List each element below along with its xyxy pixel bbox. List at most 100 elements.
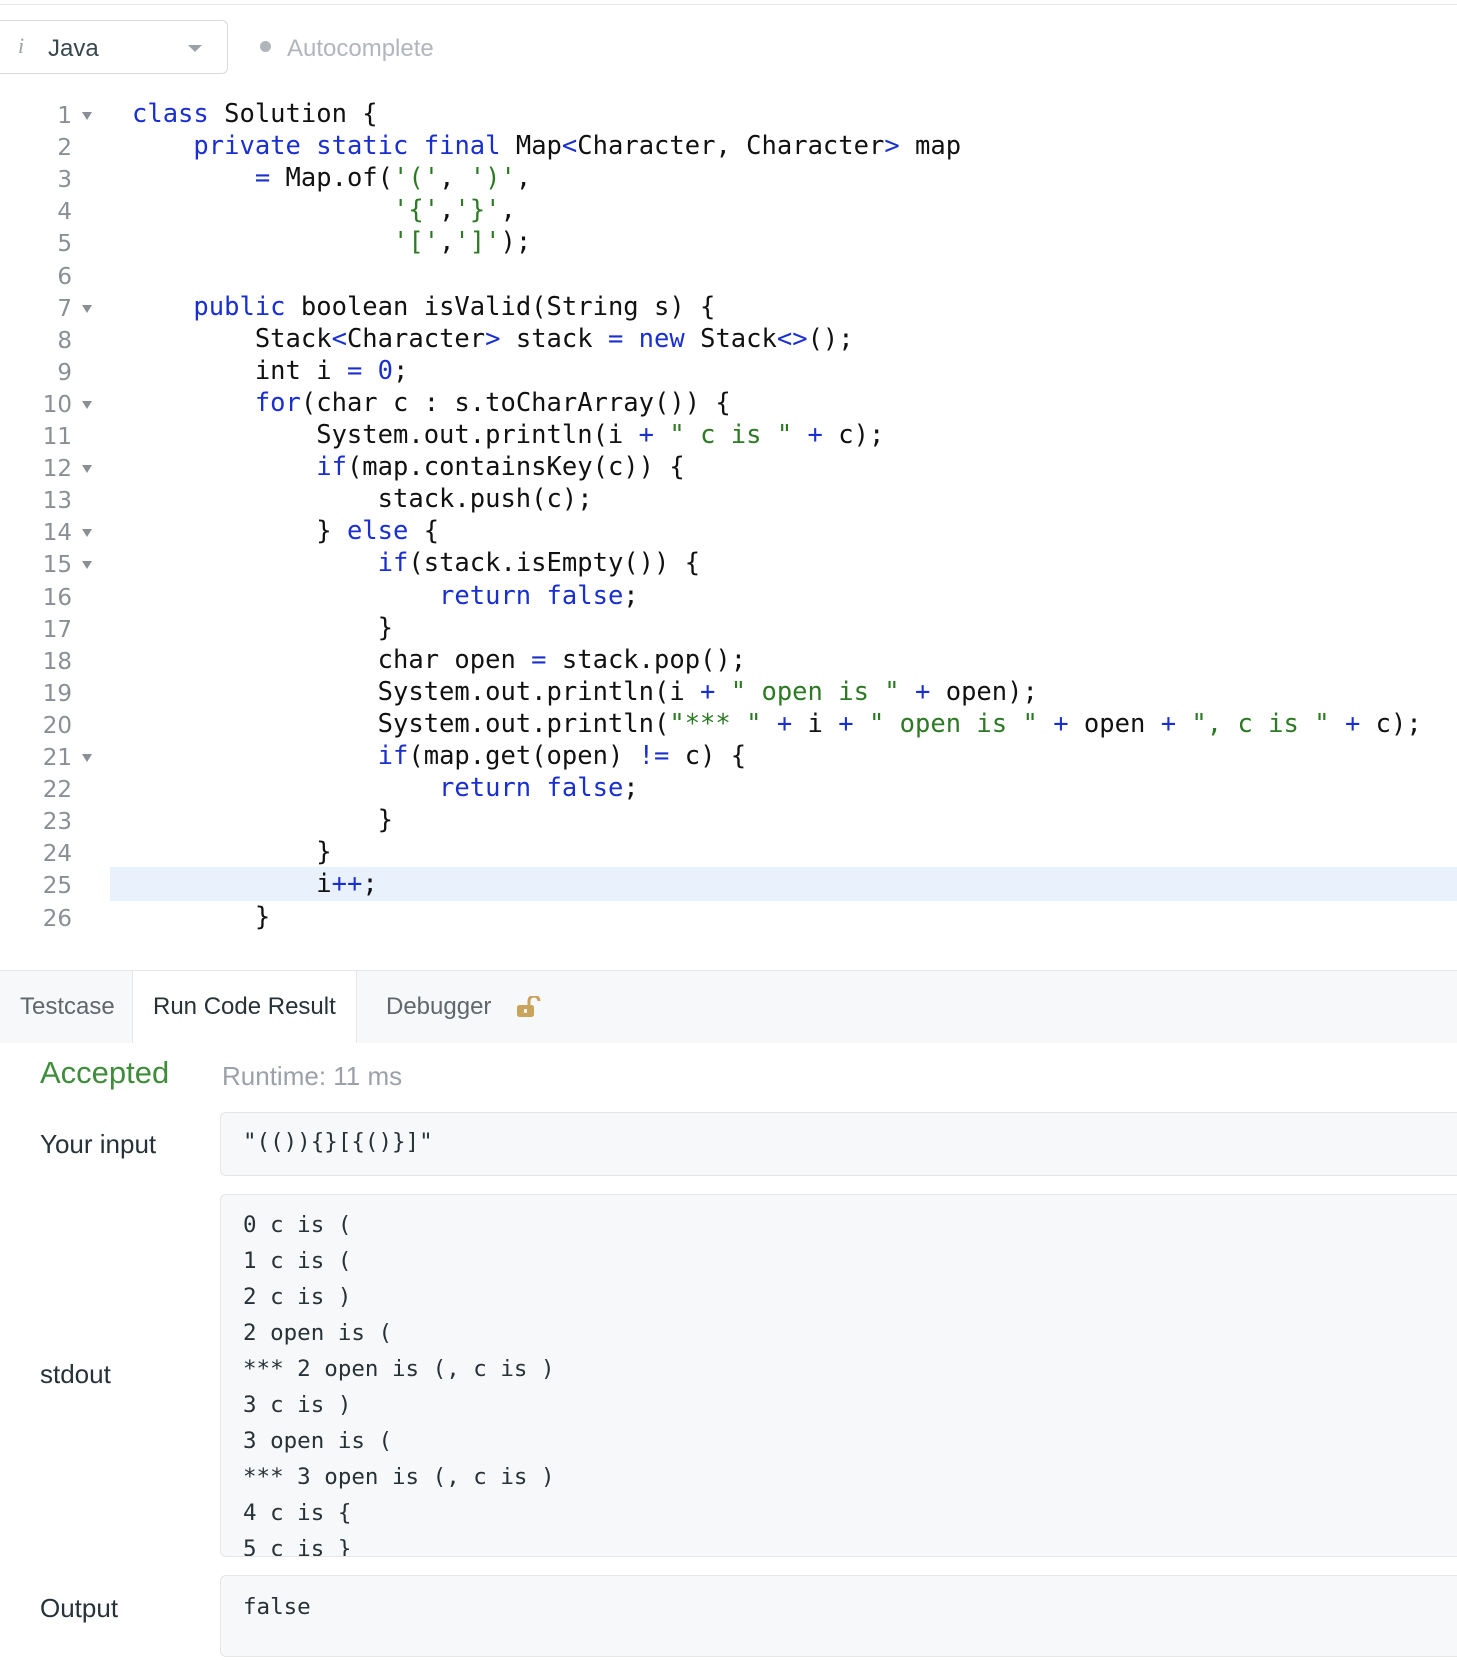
code-line[interactable]: class Solution { [110, 97, 1457, 131]
line-number-text: 17 [42, 616, 72, 643]
chevron-down-icon [188, 45, 202, 52]
output-box[interactable]: false [220, 1575, 1457, 1657]
line-number: 4 [0, 195, 110, 229]
line-number: 12 [0, 452, 110, 486]
line-number: 18 [0, 645, 110, 679]
line-number-text: 14 [42, 520, 72, 547]
tab-run-code-result-label: Run Code Result [153, 993, 336, 1020]
tab-debugger[interactable]: Debugger [366, 971, 511, 1043]
stdout-content: 0 c is (1 c is (2 c is ) 2 open is (*** 2… [221, 1195, 1457, 1557]
line-number: 22 [0, 773, 110, 807]
code-line[interactable]: if(map.get(open) != c) { [110, 739, 1457, 773]
code-editor[interactable]: 1 2 3 4 5 6 7 8 9 10 11 12 13 14 15 16 17 18 19 20 21 22 23 24 2… [0, 85, 1457, 970]
line-number: 24 [0, 837, 110, 871]
your-input-value: "(()){}[{()}]" [243, 1129, 433, 1155]
line-number: 23 [0, 805, 110, 839]
code-line[interactable]: for(char c : s.toCharArray()) { [110, 386, 1457, 420]
stdout-line: 0 c is ( [243, 1212, 352, 1238]
line-number: 8 [0, 324, 110, 358]
lock-open-icon [517, 996, 541, 1017]
code-line[interactable]: Stack<Character> stack = new Stack<>(); [110, 322, 1457, 356]
code-line[interactable]: } [110, 803, 1457, 837]
tab-testcase[interactable]: Testcase [0, 971, 135, 1043]
line-number: 10 [0, 388, 110, 422]
line-number-text: 8 [57, 327, 72, 354]
line-number-text: 15 [42, 552, 72, 579]
fold-arrow-icon[interactable] [82, 400, 92, 409]
fold-arrow-icon[interactable] [82, 112, 92, 120]
tab-testcase-label: Testcase [20, 993, 115, 1020]
autocomplete-toggle[interactable]: Autocomplete [260, 35, 434, 63]
line-number: 17 [0, 613, 110, 647]
code-line[interactable]: char open = stack.pop(); [110, 643, 1457, 677]
code-line[interactable]: if(stack.isEmpty()) { [110, 546, 1457, 580]
line-number-text: 10 [42, 391, 72, 418]
line-number-text: 13 [42, 488, 72, 515]
line-number: 2 [0, 131, 110, 165]
tab-debugger-label: Debugger [386, 993, 492, 1020]
line-number-text: 6 [57, 263, 72, 290]
line-number-text: 12 [42, 456, 72, 483]
stdout-line: 5 c is } [243, 1536, 352, 1557]
line-number: 13 [0, 484, 110, 518]
line-number-text: 26 [42, 905, 72, 932]
code-line[interactable]: i++; [110, 867, 1457, 902]
code-line[interactable]: } [110, 835, 1457, 869]
code-line[interactable] [110, 258, 1457, 292]
fold-arrow-icon[interactable] [82, 754, 92, 762]
code-line[interactable]: return false; [110, 771, 1457, 805]
result-status: Accepted [40, 1055, 170, 1090]
runtime-text: Runtime: 11 ms [222, 1061, 403, 1091]
run-code-result-panel: Accepted Runtime: 11 ms Your input "(())… [0, 1043, 1457, 1660]
fold-arrow-icon[interactable] [82, 529, 92, 538]
line-number-text: 19 [42, 680, 72, 707]
code-line[interactable]: System.out.println(i + " open is " + ope… [110, 675, 1457, 709]
line-number-text: 24 [42, 841, 72, 868]
language-select[interactable]: i Java [0, 20, 228, 74]
fold-arrow-icon[interactable] [82, 561, 92, 570]
language-select-value: Java [48, 35, 99, 62]
stdout-label: stdout [40, 1359, 111, 1389]
line-number-text: 22 [42, 777, 72, 804]
code-line[interactable]: public boolean isValid(String s) { [110, 290, 1457, 324]
code-line[interactable]: } [110, 900, 1457, 934]
code-area[interactable]: class Solution { private static final Ma… [110, 85, 1457, 970]
stdout-line: 2 open is ( [243, 1320, 393, 1346]
code-line[interactable]: return false; [110, 579, 1457, 613]
line-number-text: 9 [57, 359, 72, 386]
line-number-text: 21 [42, 745, 72, 771]
stdout-line: 2 c is ) [243, 1284, 352, 1310]
stdout-line: *** 3 open is (, c is ) [243, 1464, 555, 1490]
line-number: 11 [0, 420, 110, 454]
line-number: 9 [0, 356, 110, 390]
line-number: 26 [0, 902, 110, 936]
line-number-text: 11 [42, 424, 72, 450]
code-line[interactable]: System.out.println("*** " + i + " open i… [110, 707, 1457, 741]
code-line[interactable]: if(map.containsKey(c)) { [110, 450, 1457, 484]
autocomplete-label: Autocomplete [287, 35, 434, 62]
code-line[interactable]: '[',']'); [110, 225, 1457, 259]
tab-run-code-result[interactable]: Run Code Result [132, 971, 357, 1044]
output-value: false [243, 1594, 311, 1620]
code-line[interactable]: System.out.println(i + " c is " + c); [110, 418, 1457, 452]
line-number: 1 [0, 99, 110, 133]
code-line[interactable]: } [110, 611, 1457, 645]
code-line[interactable]: int i = 0; [110, 354, 1457, 388]
line-number: 25 [0, 869, 110, 903]
line-number: 6 [0, 260, 110, 294]
stdout-line: 3 c is ) [243, 1392, 352, 1418]
your-input-box[interactable]: "(()){}[{()}]" [220, 1112, 1457, 1176]
code-line[interactable]: '{','}', [110, 193, 1457, 227]
editor-toolbar: i Java Autocomplete [0, 4, 1457, 86]
line-number-text: 1 [57, 103, 72, 129]
stdout-line: *** 2 open is (, c is ) [243, 1356, 555, 1382]
fold-arrow-icon[interactable] [82, 304, 92, 313]
line-number: 14 [0, 516, 110, 550]
code-line[interactable]: = Map.of('(', ')', [110, 161, 1457, 195]
code-line[interactable]: stack.push(c); [110, 482, 1457, 516]
code-line[interactable]: private static final Map<Character, Char… [110, 129, 1457, 163]
line-number-text: 5 [57, 231, 72, 258]
stdout-box[interactable]: 0 c is (1 c is (2 c is ) 2 open is (*** 2… [220, 1194, 1457, 1557]
fold-arrow-icon[interactable] [82, 465, 92, 474]
code-line[interactable]: } else { [110, 514, 1457, 548]
